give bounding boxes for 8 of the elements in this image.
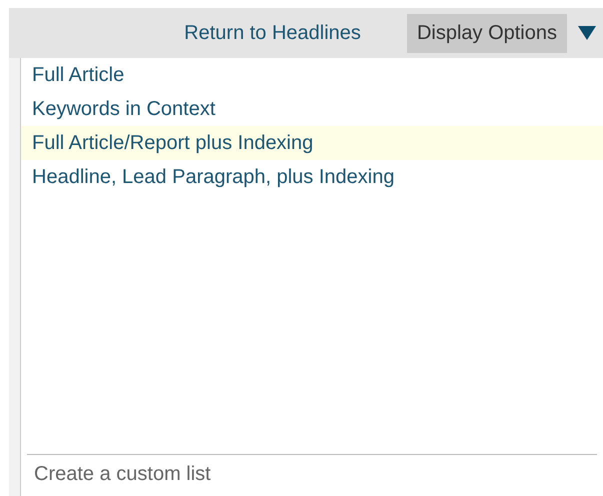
menu-item[interactable]: Keywords in Context xyxy=(21,92,603,126)
menu-item[interactable]: Full Article/Report plus Indexing xyxy=(21,126,603,160)
menu-item[interactable]: Headline, Lead Paragraph, plus Indexing xyxy=(21,160,603,194)
dropdown-caret-icon[interactable] xyxy=(577,25,597,41)
menu-item[interactable]: Full Article xyxy=(21,58,603,92)
return-to-headlines-link[interactable]: Return to Headlines xyxy=(184,22,361,44)
create-custom-list-item[interactable]: Create a custom list xyxy=(27,454,597,496)
display-options-button[interactable]: Display Options xyxy=(406,14,567,52)
